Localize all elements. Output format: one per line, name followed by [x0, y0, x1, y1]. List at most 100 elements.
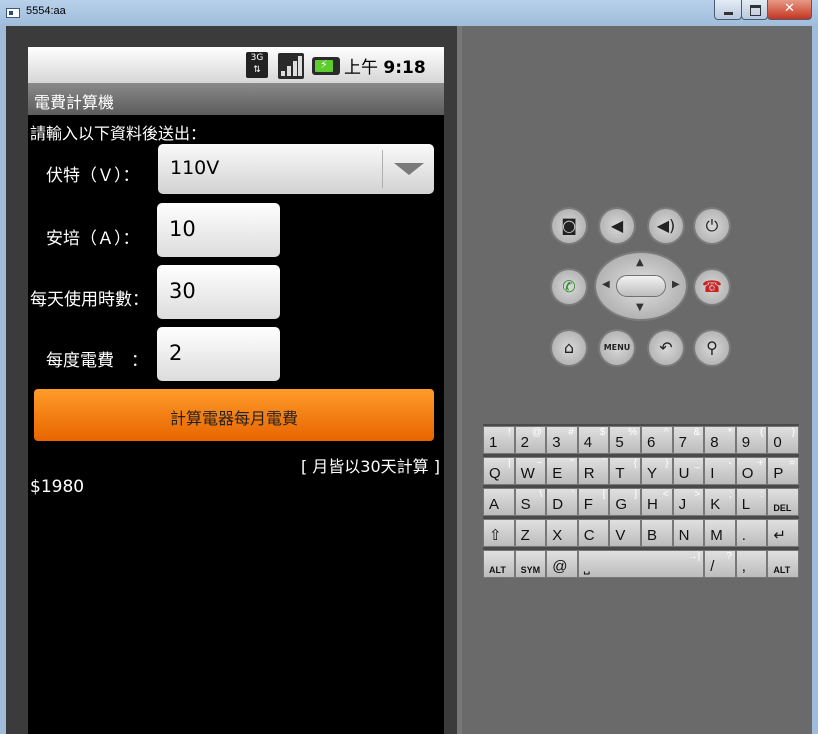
key-main-label: J [678, 496, 687, 513]
key-shift-label: = [789, 458, 795, 469]
call-button[interactable]: ✆ [552, 270, 586, 304]
key-3-2[interactable]: X [546, 519, 578, 547]
key-3-8[interactable]: . [735, 519, 768, 547]
key-main-label: M [710, 527, 723, 544]
key-main-label: 0 [773, 434, 782, 451]
menu-button[interactable]: MENU [600, 331, 634, 365]
key-0-3[interactable]: 4 $ [577, 426, 610, 454]
key-shift-label: ~ [536, 458, 543, 469]
key-main-label: ⎵ [583, 558, 590, 575]
key-main-label: 1 [489, 434, 498, 451]
key-4-4[interactable]: /? [704, 550, 736, 578]
key-1-3[interactable]: R ` [577, 457, 610, 485]
app-title: 電費計算機 [34, 93, 115, 112]
key-3-5[interactable]: B [641, 519, 673, 547]
dpad[interactable]: ▲ ▼ ◀ ▶ [596, 253, 686, 319]
key-2-1[interactable]: S \ [514, 488, 547, 516]
key-main-label: L [741, 496, 751, 513]
search-button[interactable]: ⚲ [695, 331, 729, 365]
dpad-down-icon[interactable]: ▼ [636, 302, 644, 313]
power-button[interactable]: ⏻ [695, 209, 729, 243]
key-shift-label: > [694, 489, 701, 500]
home-button[interactable]: ⌂ [552, 331, 586, 365]
volume-up-icon: ◀) [656, 216, 676, 235]
dpad-center-button[interactable] [616, 275, 666, 297]
maximize-button[interactable] [741, 0, 768, 20]
end-call-button[interactable]: ☎ [695, 270, 729, 304]
key-4-1[interactable]: SYM [514, 550, 547, 578]
key-main-label: K [710, 496, 721, 513]
key-0-7[interactable]: 8 * [704, 426, 736, 454]
key-4-3[interactable]: ⎵ →| [577, 550, 705, 578]
close-button[interactable]: ✕ [767, 0, 812, 20]
back-icon: ↶ [659, 338, 673, 357]
key-2-3[interactable]: F[ [577, 488, 610, 516]
key-3-1[interactable]: Z [514, 519, 547, 547]
key-2-7[interactable]: K; [704, 488, 736, 516]
key-2-2[interactable]: D ' [546, 488, 578, 516]
hours-input[interactable]: 30 [157, 265, 280, 319]
voltage-spinner[interactable]: 110V [158, 144, 434, 194]
key-main-label: H [647, 496, 658, 513]
key-main-label: Y [647, 465, 658, 482]
volume-up-button[interactable]: ◀) [649, 209, 683, 243]
rate-input[interactable]: 2 [157, 327, 280, 381]
key-3-6[interactable]: N [672, 519, 705, 547]
camera-button[interactable]: ◙ [552, 209, 586, 243]
key-0-0[interactable]: 1! [483, 426, 515, 454]
amp-input[interactable]: 10 [157, 203, 280, 257]
key-shift-label: ] [634, 489, 637, 500]
key-0-8[interactable]: 9( [735, 426, 768, 454]
key-2-4[interactable]: G] [609, 488, 641, 516]
volume-down-button[interactable]: ◀ [600, 209, 634, 243]
key-shift-label: ? [726, 551, 732, 562]
key-main-label: , [741, 558, 746, 575]
key-4-6[interactable]: ALT [767, 550, 799, 578]
key-1-2[interactable]: E " [546, 457, 578, 485]
key-4-5[interactable]: , [735, 550, 768, 578]
key-1-6[interactable]: U _ [672, 457, 705, 485]
key-2-5[interactable]: H < [641, 488, 673, 516]
key-main-label: 8 [710, 434, 719, 451]
key-1-4[interactable]: T{ [609, 457, 641, 485]
key-shift-label: [ [602, 489, 606, 500]
dpad-up-icon[interactable]: ▲ [636, 257, 644, 268]
dpad-right-icon[interactable]: ▶ [672, 279, 680, 290]
dpad-left-icon[interactable]: ◀ [602, 279, 610, 290]
key-3-0[interactable]: ⇧ [483, 519, 515, 547]
key-2-6[interactable]: J > [672, 488, 705, 516]
calculation-note: [ 月皆以30天計算 ] [300, 457, 440, 476]
key-shift-label: _ [694, 458, 701, 469]
key-0-5[interactable]: 6 ^ [641, 426, 673, 454]
key-1-9[interactable]: P = [767, 457, 799, 485]
key-1-1[interactable]: W ~ [514, 457, 547, 485]
key-3-9[interactable]: ↵ [767, 519, 799, 547]
minimize-button[interactable] [714, 0, 742, 20]
key-shift-label: | [507, 458, 511, 469]
key-main-label: E [552, 465, 563, 482]
calculate-button[interactable]: 計算電器每月電費 [34, 389, 434, 441]
key-4-2[interactable]: @ [546, 550, 578, 578]
key-4-0[interactable]: ALT [483, 550, 515, 578]
key-0-9[interactable]: 0) [767, 426, 799, 454]
key-main-label: / [710, 558, 715, 575]
key-2-8[interactable]: L: [735, 488, 768, 516]
key-2-0[interactable]: A [483, 488, 515, 516]
key-0-4[interactable]: 5% [609, 426, 641, 454]
key-1-0[interactable]: Q | [483, 457, 515, 485]
key-0-2[interactable]: 3 # [546, 426, 578, 454]
key-1-5[interactable]: Y} [641, 457, 673, 485]
key-1-7[interactable]: I- [704, 457, 736, 485]
key-3-3[interactable]: C [577, 519, 610, 547]
key-shift-label: ! [507, 427, 511, 438]
back-button[interactable]: ↶ [649, 331, 683, 365]
key-shift-label: →| [687, 551, 701, 562]
key-0-1[interactable]: 2 @ [514, 426, 547, 454]
key-main-label: ALT [773, 565, 791, 575]
key-0-6[interactable]: 7 & [672, 426, 705, 454]
key-3-4[interactable]: V [609, 519, 641, 547]
key-shift-label: ` [602, 458, 606, 469]
key-3-7[interactable]: M [704, 519, 736, 547]
key-1-8[interactable]: O + [735, 457, 768, 485]
key-2-9[interactable]: DEL [767, 488, 799, 516]
